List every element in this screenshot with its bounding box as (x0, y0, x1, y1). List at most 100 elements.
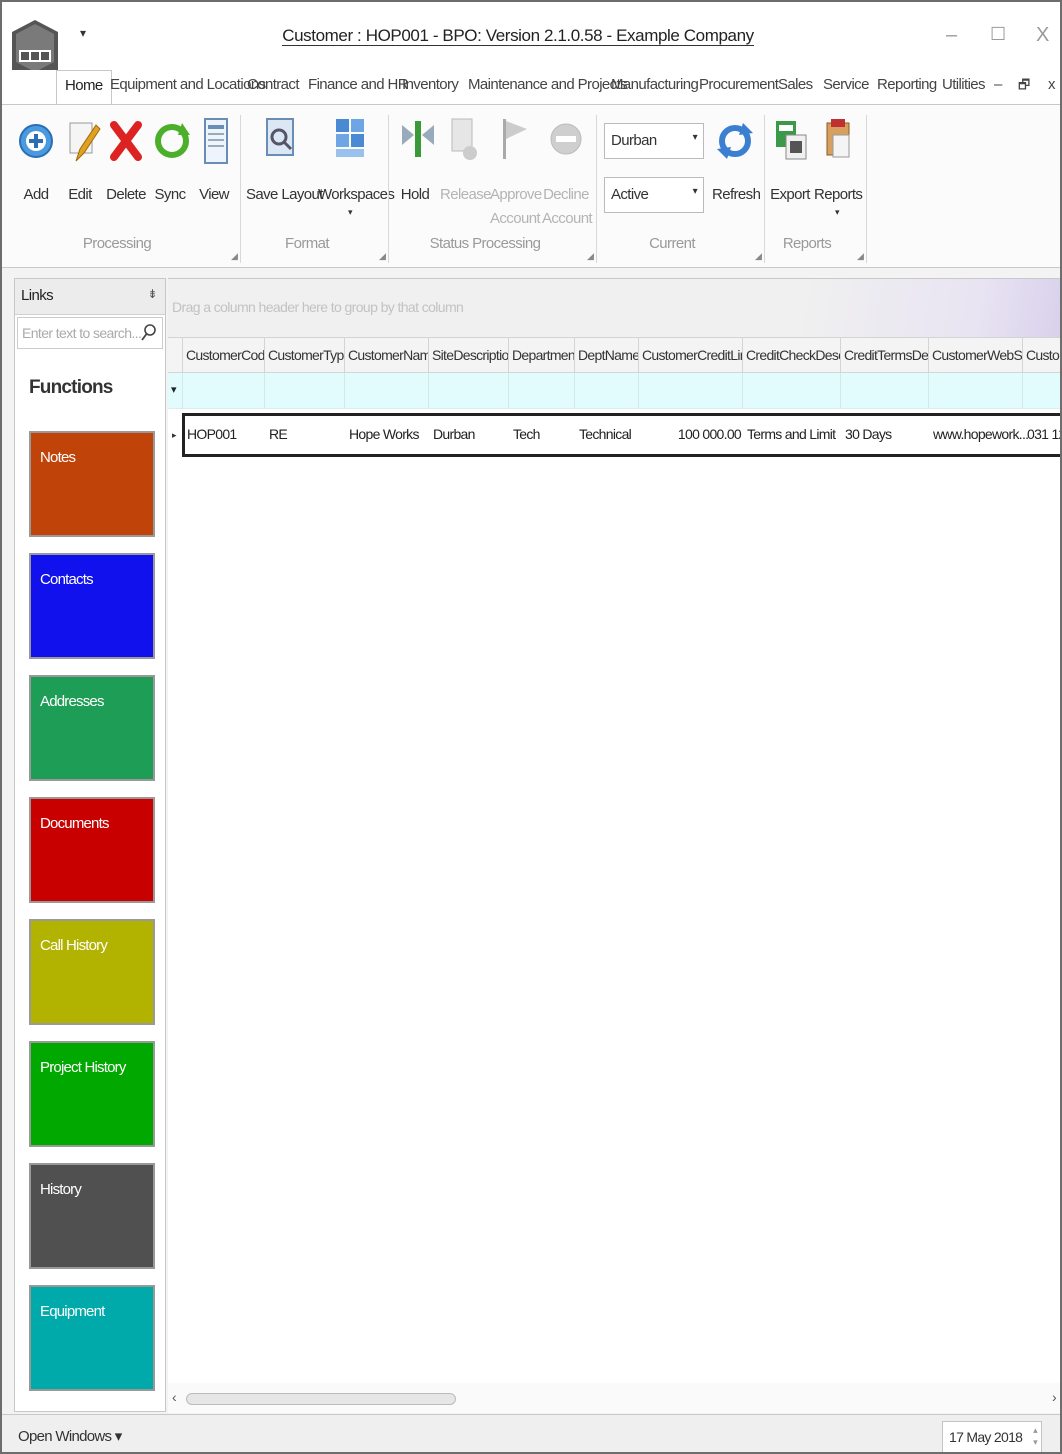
view-icon (204, 118, 228, 164)
column-header-credittermsdesc[interactable]: CreditTermsDesc (840, 338, 928, 374)
group-separator (866, 115, 867, 263)
current-group-launcher[interactable]: ◢ (755, 251, 762, 262)
site-select[interactable]: Durban ▾ (604, 123, 704, 159)
delete-button[interactable]: Delete (104, 113, 148, 207)
view-button[interactable]: View (196, 113, 232, 207)
filter-cell[interactable] (928, 373, 929, 409)
status-processing-group-launcher[interactable]: ◢ (587, 251, 594, 262)
refresh-button[interactable]: Refresh (712, 113, 761, 207)
tab-finance-and-hr[interactable]: Finance and HR (308, 76, 409, 93)
mdi-restore-button[interactable]: 🗗 (1018, 76, 1030, 98)
tab-equipment-and-locations[interactable]: Equipment and Locations (110, 76, 266, 93)
filter-cell[interactable] (264, 373, 265, 409)
column-header-customer-phone[interactable]: Custome (1022, 338, 1060, 374)
tile-equipment[interactable]: Equipment (29, 1285, 155, 1391)
customer-grid: Drag a column header here to group by th… (168, 278, 1060, 1413)
maximize-button[interactable]: ☐ (990, 24, 1006, 45)
cell-customerwebsite[interactable]: www.hopework... (933, 426, 1029, 442)
column-header-deptname[interactable]: DeptName (574, 338, 638, 374)
cell-deptname[interactable]: Technical (579, 426, 632, 442)
date-field[interactable]: 17 May 2018 ▴ ▾ (942, 1421, 1042, 1452)
tab-manufacturing[interactable]: Manufacturing (611, 76, 699, 93)
status-bar: Open Windows ▾ 17 May 2018 ▴ ▾ (2, 1414, 1060, 1452)
release-button[interactable]: Release (440, 113, 491, 207)
cell-customercode[interactable]: HOP001 (187, 426, 237, 442)
export-button[interactable]: Export (770, 113, 810, 207)
group-by-panel[interactable]: Drag a column header here to group by th… (168, 279, 1060, 337)
tab-utilities[interactable]: Utilities (942, 76, 986, 93)
filter-cell[interactable] (574, 373, 575, 409)
mdi-minimize-button[interactable]: – (994, 76, 1002, 93)
tile-project-history[interactable]: Project History (29, 1041, 155, 1147)
filter-cell[interactable] (638, 373, 639, 409)
filter-cell[interactable] (508, 373, 509, 409)
column-header-sitedescription[interactable]: SiteDescription (428, 338, 508, 374)
filter-cell[interactable] (1022, 373, 1023, 409)
scroll-right-icon[interactable]: › (1052, 1389, 1057, 1405)
tab-service[interactable]: Service (823, 76, 869, 93)
tab-inventory[interactable]: Inventory (402, 76, 459, 93)
pin-icon[interactable]: ⇟ (148, 287, 158, 301)
status-select[interactable]: Active ▾ (604, 177, 704, 213)
auto-filter-row[interactable]: ▾ (168, 373, 1060, 409)
cell-customercreditlimit[interactable]: 100 000.00 (643, 426, 742, 442)
filter-cell[interactable] (840, 373, 841, 409)
minimize-button[interactable]: – (946, 24, 957, 47)
scrollbar-thumb[interactable] (186, 1393, 456, 1405)
horizontal-scrollbar[interactable]: ‹ › (168, 1383, 1060, 1413)
column-header-customerwebsite[interactable]: CustomerWebSite (928, 338, 1022, 374)
approve-account-button[interactable]: Approve Account (490, 113, 542, 231)
tile-documents[interactable]: Documents (29, 797, 155, 903)
tab-home[interactable]: Home (56, 70, 112, 105)
cell-credittermsdesc[interactable]: 30 Days (845, 426, 892, 442)
column-header-customercreditlimit[interactable]: CustomerCreditLimit (638, 338, 742, 374)
chevron-down-icon: ▾ (692, 186, 698, 197)
cell-customer-phone[interactable]: 031 123 (1027, 426, 1060, 442)
tab-procurement[interactable]: Procurement (699, 76, 779, 93)
tab-sales[interactable]: Sales (778, 76, 813, 93)
mdi-close-button[interactable]: x (1048, 76, 1056, 93)
tile-history[interactable]: History (29, 1163, 155, 1269)
hold-button[interactable]: Hold (398, 113, 434, 207)
table-row[interactable]: HOP001 RE Hope Works Durban Tech Technic… (182, 413, 1060, 457)
workspaces-button[interactable]: Workspaces ▾ (318, 113, 395, 217)
open-windows-button[interactable]: Open Windows ▾ (18, 1427, 122, 1445)
search-icon[interactable] (140, 322, 158, 342)
column-header-creditcheckdesc[interactable]: CreditCheckDesc (742, 338, 840, 374)
filter-cell[interactable] (182, 373, 183, 409)
tile-notes[interactable]: Notes (29, 431, 155, 537)
tab-reporting[interactable]: Reporting (877, 76, 937, 93)
reports-group-launcher[interactable]: ◢ (857, 251, 864, 262)
column-header-customercode[interactable]: CustomerCode (182, 338, 264, 374)
tile-addresses[interactable]: Addresses (29, 675, 155, 781)
tab-maintenance-and-projects[interactable]: Maintenance and Projects (468, 76, 628, 93)
filter-cell[interactable] (428, 373, 429, 409)
links-search-input[interactable]: Enter text to search... (17, 317, 163, 349)
close-button[interactable]: X (1036, 24, 1049, 47)
tile-contacts[interactable]: Contacts (29, 553, 155, 659)
tab-contract[interactable]: Contract (247, 76, 299, 93)
reports-button[interactable]: Reports ▾ (814, 113, 863, 217)
scroll-left-icon[interactable]: ‹ (172, 1389, 177, 1405)
cell-customertype[interactable]: RE (269, 426, 288, 442)
cell-creditcheckdesc[interactable]: Terms and Limit (747, 426, 836, 442)
format-group-launcher[interactable]: ◢ (379, 251, 386, 262)
column-header-customertype[interactable]: CustomerType (264, 338, 344, 374)
filter-cell[interactable] (742, 373, 743, 409)
cell-department[interactable]: Tech (513, 426, 540, 442)
decline-account-button[interactable]: Decline Account (542, 113, 593, 231)
add-button[interactable]: Add (16, 113, 56, 207)
cell-sitedescription[interactable]: Durban (433, 426, 475, 442)
tile-call-history[interactable]: Call History (29, 919, 155, 1025)
sync-button[interactable]: Sync (152, 113, 190, 207)
column-header-customername[interactable]: CustomerName (344, 338, 428, 374)
processing-group-launcher[interactable]: ◢ (231, 251, 238, 262)
cell-customername[interactable]: Hope Works (349, 426, 419, 442)
edit-button[interactable]: Edit (62, 113, 101, 207)
tile-label: Project History (40, 1059, 126, 1076)
save-layout-button[interactable]: Save Layout (246, 113, 323, 207)
filter-cell[interactable] (344, 373, 345, 409)
date-spinner-icon[interactable]: ▴ ▾ (1033, 1424, 1037, 1448)
hold-label: Hold (400, 186, 430, 203)
column-header-department[interactable]: Department (508, 338, 574, 374)
